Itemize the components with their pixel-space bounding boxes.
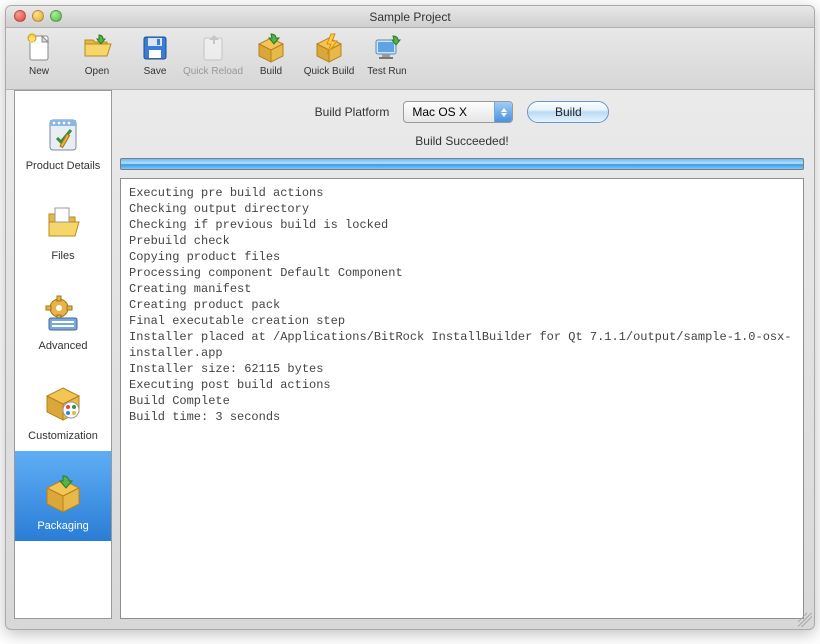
- zoom-icon[interactable]: [50, 10, 62, 22]
- content-area: Product Details Files: [6, 90, 814, 629]
- quick-reload-label: Quick Reload: [183, 66, 243, 77]
- quick-build-button[interactable]: Quick Build: [306, 32, 352, 77]
- quick-build-label: Quick Build: [304, 66, 355, 77]
- notepad-icon: [41, 112, 85, 156]
- quick-build-box-icon: [313, 32, 345, 64]
- app-window: Sample Project New Open: [5, 5, 815, 630]
- close-icon[interactable]: [14, 10, 26, 22]
- build-log[interactable]: Executing pre build actions Checking out…: [120, 178, 804, 619]
- window-controls: [14, 10, 62, 22]
- main-toolbar: New Open Save: [6, 28, 814, 90]
- minimize-icon[interactable]: [32, 10, 44, 22]
- platform-select[interactable]: Mac OS X: [403, 101, 513, 123]
- build-box-icon: [255, 32, 287, 64]
- files-icon: [41, 202, 85, 246]
- platform-label: Build Platform: [315, 105, 390, 119]
- package-icon: [41, 472, 85, 516]
- sidebar-item-customization[interactable]: Customization: [15, 361, 111, 451]
- sidebar-item-label: Files: [51, 250, 74, 262]
- sidebar-item-label: Customization: [28, 430, 98, 442]
- sidebar-item-label: Packaging: [37, 520, 88, 532]
- new-file-icon: [23, 32, 55, 64]
- save-button[interactable]: Save: [132, 32, 178, 77]
- build-controls-row: Build Platform Mac OS X Build: [120, 98, 804, 126]
- reload-icon: [197, 32, 229, 64]
- sidebar-item-packaging[interactable]: Packaging: [15, 451, 111, 541]
- build-status: Build Succeeded!: [120, 134, 804, 150]
- build-label: Build: [260, 66, 282, 77]
- build-run-button[interactable]: Build: [527, 101, 609, 123]
- new-label: New: [29, 66, 49, 77]
- sidebar-item-advanced[interactable]: Advanced: [15, 271, 111, 361]
- open-label: Open: [85, 66, 109, 77]
- build-progress-bar: [120, 158, 804, 170]
- new-button[interactable]: New: [16, 32, 62, 77]
- gear-icon: [41, 292, 85, 336]
- sidebar-item-product-details[interactable]: Product Details: [15, 91, 111, 181]
- test-run-button[interactable]: Test Run: [364, 32, 410, 77]
- sidebar-item-files[interactable]: Files: [15, 181, 111, 271]
- save-disk-icon: [139, 32, 171, 64]
- window-title: Sample Project: [369, 10, 450, 24]
- quick-reload-button: Quick Reload: [190, 32, 236, 77]
- open-folder-icon: [81, 32, 113, 64]
- save-label: Save: [144, 66, 167, 77]
- titlebar: Sample Project: [6, 6, 814, 28]
- open-button[interactable]: Open: [74, 32, 120, 77]
- palette-box-icon: [41, 382, 85, 426]
- sidebar-item-label: Advanced: [39, 340, 88, 352]
- test-run-icon: [371, 32, 403, 64]
- select-arrows-icon: [494, 102, 512, 122]
- build-button[interactable]: Build: [248, 32, 294, 77]
- resize-grip-icon[interactable]: [798, 613, 812, 627]
- test-run-label: Test Run: [367, 66, 406, 77]
- main-panel: Build Platform Mac OS X Build Build Succ…: [120, 90, 804, 619]
- left-nav: Product Details Files: [14, 90, 112, 619]
- sidebar-item-label: Product Details: [26, 160, 101, 172]
- platform-selected-value: Mac OS X: [404, 105, 494, 119]
